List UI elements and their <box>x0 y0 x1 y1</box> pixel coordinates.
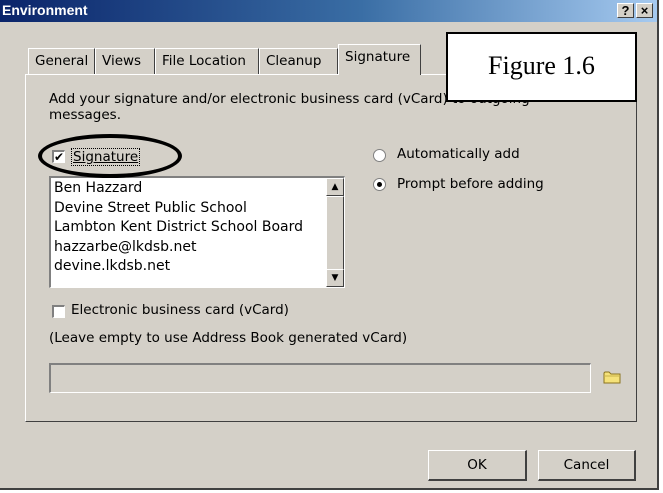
annotation-circle <box>38 134 182 178</box>
figure-label: Figure 1.6 <box>446 32 637 102</box>
signature-line: Ben Hazzard <box>54 180 143 196</box>
cancel-button[interactable]: Cancel <box>538 450 636 481</box>
scroll-down-button[interactable]: ▼ <box>326 269 344 287</box>
vcard-checkbox[interactable] <box>52 305 65 318</box>
tab-file-location[interactable]: File Location <box>155 48 259 74</box>
radio-selected-dot <box>377 182 382 187</box>
vcard-path-field[interactable] <box>49 363 591 393</box>
browse-folder-icon[interactable] <box>603 370 621 384</box>
ok-button[interactable]: OK <box>428 450 527 481</box>
prompt-add-radio[interactable] <box>373 178 386 191</box>
tab-views[interactable]: Views <box>95 48 155 74</box>
signature-lines: Ben Hazzard Devine Street Public School … <box>54 179 303 277</box>
signature-line: Devine Street Public School <box>54 199 247 216</box>
signature-line: Lambton Kent District School Board <box>54 219 303 235</box>
signature-textarea[interactable]: Ben Hazzard Devine Street Public School … <box>49 176 345 288</box>
close-button[interactable]: × <box>636 3 653 18</box>
signature-line: hazzarbe@lkdsb.net <box>54 238 197 255</box>
help-button[interactable]: ? <box>617 3 634 18</box>
signature-line: devine.lkdsb.net <box>54 258 171 274</box>
scroll-up-button[interactable]: ▲ <box>326 178 344 196</box>
prompt-add-label[interactable]: Prompt before adding <box>397 176 544 192</box>
vertical-scrollbar[interactable]: ▲ ▼ <box>326 178 344 287</box>
tab-general[interactable]: General <box>28 48 95 74</box>
vcard-hint: (Leave empty to use Address Book generat… <box>49 330 408 346</box>
tab-signature[interactable]: Signature <box>338 44 421 75</box>
auto-add-label[interactable]: Automatically add <box>397 146 520 162</box>
vcard-checkbox-label[interactable]: Electronic business card (vCard) <box>71 302 289 318</box>
tab-cleanup[interactable]: Cleanup <box>259 48 338 74</box>
arrow-up-icon: ▲ <box>331 182 339 192</box>
arrow-down-icon: ▼ <box>331 273 339 283</box>
title-bar[interactable]: Environment ? × <box>0 0 657 22</box>
window-title: Environment <box>2 2 88 18</box>
scroll-thumb[interactable] <box>326 196 344 270</box>
auto-add-radio[interactable] <box>373 149 386 162</box>
